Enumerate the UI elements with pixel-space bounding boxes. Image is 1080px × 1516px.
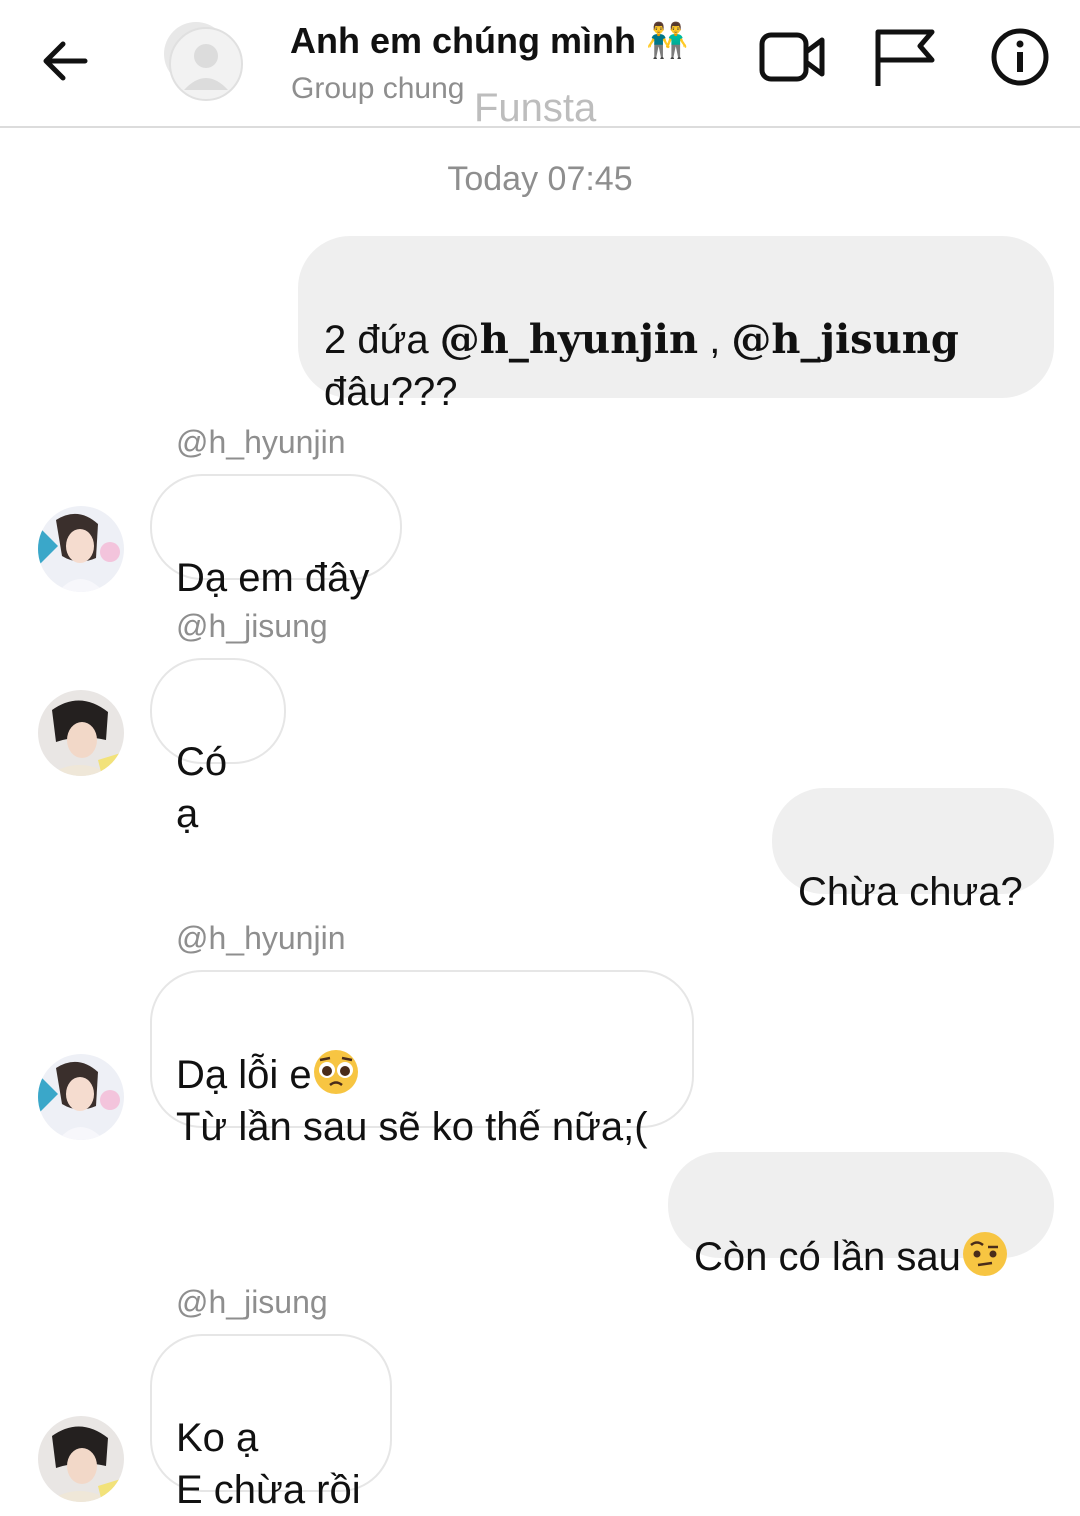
message-text: , [698, 318, 732, 362]
raised-eyebrow-emoji-icon [962, 1232, 1007, 1276]
back-button[interactable] [30, 28, 100, 94]
incoming-message[interactable]: Ko ạ E chừa rồi [150, 1334, 392, 1512]
avatar[interactable] [38, 1054, 124, 1140]
avatar[interactable] [38, 1416, 124, 1502]
sender-name[interactable]: @h_jisung [176, 608, 328, 645]
flag-icon [875, 29, 935, 86]
mention-link[interactable]: @h_hyunjin [440, 316, 698, 363]
message-text: Còn có lần sau [694, 1235, 961, 1279]
avatar-hyunjin-image [38, 506, 124, 592]
avatar[interactable] [38, 690, 124, 776]
message-timestamp: Today 07:45 [447, 160, 633, 198]
message-text: đâu??? [324, 370, 458, 414]
chat-title-text: Anh em chúng mình [290, 20, 636, 61]
two-men-emoji-icon: 👬 [646, 22, 689, 60]
outgoing-message[interactable]: Còn có lần sau [668, 1152, 1054, 1279]
outgoing-message[interactable]: Chừa chưa? [772, 788, 1054, 914]
message-text: Chừa chưa? [798, 870, 1023, 914]
video-call-icon [759, 32, 825, 82]
watermark: Funsta [474, 86, 597, 130]
message-text: Ko ạ [176, 1416, 259, 1460]
incoming-message[interactable]: Có ạ [150, 658, 286, 836]
sender-name[interactable]: @h_hyunjin [176, 424, 345, 461]
message-text: Dạ lỗi e [176, 1053, 312, 1097]
avatar[interactable] [38, 506, 124, 592]
avatar-jisung-image [38, 690, 124, 776]
message-text: Từ lần sau sẽ ko thế nữa;( [176, 1105, 648, 1149]
mention-link[interactable]: @h_jisung [731, 316, 958, 363]
video-call-button[interactable] [758, 26, 828, 88]
back-arrow-icon [43, 41, 88, 81]
chat-title[interactable]: Anh em chúng mình 👬 [290, 20, 688, 62]
avatar-hyunjin-image [38, 1054, 124, 1140]
avatar-jisung-image [38, 1416, 124, 1502]
info-button[interactable] [986, 26, 1056, 88]
message-text: 2 đứa [324, 318, 440, 362]
message-text: Có ạ [176, 740, 228, 836]
chat-header: Anh em chúng mình 👬 Group chung Funsta [0, 0, 1080, 130]
sender-name[interactable]: @h_jisung [176, 1284, 328, 1321]
incoming-message[interactable]: Dạ lỗi e Từ lần sau sẽ ko thế nữa;( [150, 970, 694, 1149]
group-avatar[interactable] [160, 16, 252, 102]
message-text: E chừa rồi [176, 1468, 361, 1512]
sender-name[interactable]: @h_hyunjin [176, 920, 345, 957]
message-text: Dạ em đây [176, 556, 370, 600]
incoming-message[interactable]: Dạ em đây [150, 474, 402, 600]
report-button[interactable] [870, 26, 940, 88]
group-avatar-icon [164, 22, 243, 101]
chat-subtitle: Group chung [291, 72, 465, 105]
outgoing-message[interactable]: 2 đứa @h_hyunjin , @h_jisung đâu??? [298, 236, 1054, 414]
info-icon [991, 28, 1049, 86]
pleading-face-emoji-icon [313, 1050, 358, 1094]
